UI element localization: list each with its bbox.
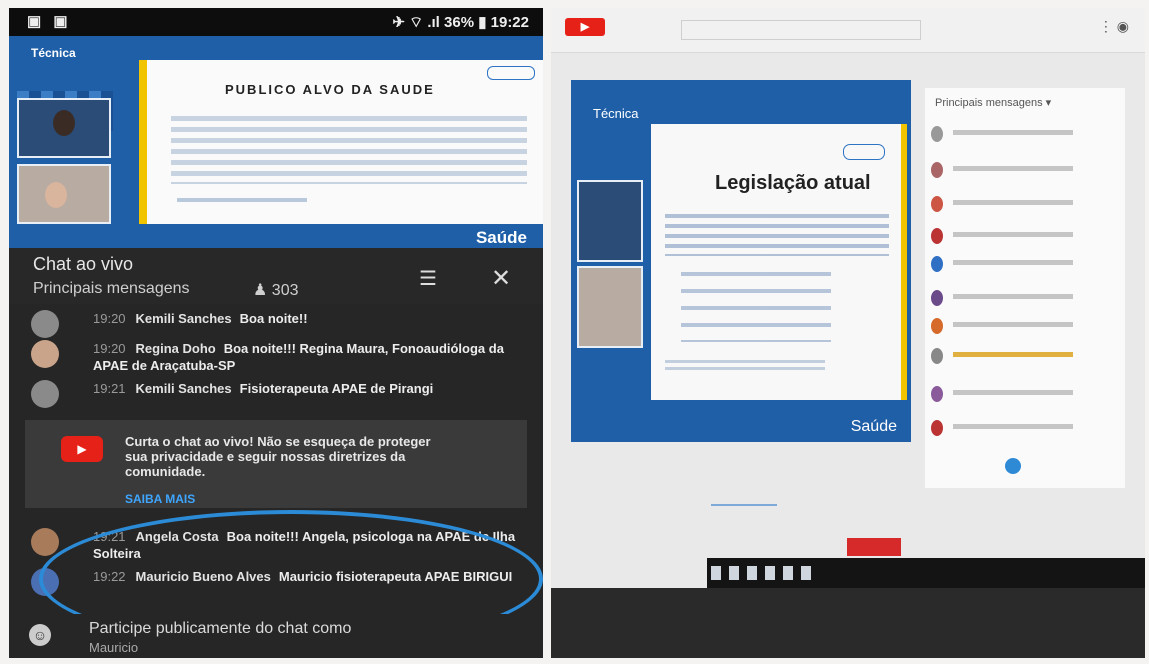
chat-message <box>931 288 1121 308</box>
avatar[interactable] <box>31 380 59 408</box>
search-input[interactable] <box>681 20 921 40</box>
webcam-interpreter <box>577 266 643 348</box>
video-brand: Técnica <box>593 106 639 121</box>
windows-taskbar <box>707 558 1145 588</box>
chat-message <box>931 194 1121 214</box>
video-player[interactable]: Técnica PUBLICO ALVO DA SAUDE Saúde <box>9 36 543 248</box>
slide-text <box>171 116 527 184</box>
avatar[interactable] <box>31 310 59 338</box>
chat-mode-select[interactable]: Principais mensagens ▾ <box>935 96 1051 109</box>
webcam-interpreter <box>17 164 111 224</box>
tab-underline <box>711 504 777 506</box>
status-left-icons: ▣ ▣ <box>27 13 72 30</box>
webcam-presenter <box>17 98 111 158</box>
composer-username: Mauricio <box>89 640 139 655</box>
presentation-slide: Legislação atual <box>651 124 907 400</box>
video-brand: Técnica <box>31 46 76 60</box>
slide-title: PUBLICO ALVO DA SAUDE <box>225 82 435 97</box>
status-bar: ▣ ▣ ✈ ⌔ .ıl 36% ▮ 19:22 <box>9 8 543 36</box>
laptop-photo: ▶ ⋮ ◉ Técnica Legislação atual Saúde Pri… <box>551 8 1145 658</box>
status-right: ✈ ⌔ .ıl 36% ▮ 19:22 <box>392 14 529 31</box>
chat-message <box>931 124 1121 144</box>
youtube-logo[interactable]: ▶ <box>565 18 605 36</box>
chat-message <box>931 254 1121 274</box>
youtube-topbar: ▶ ⋮ ◉ <box>551 8 1145 53</box>
chat-mode-select[interactable]: Principais mensagens <box>33 280 190 298</box>
slide-bullets <box>681 272 831 342</box>
slide-logo <box>487 66 535 80</box>
close-icon[interactable]: ✕ <box>491 264 511 293</box>
notice-text: Curta o chat ao vivo! Não se esqueça de … <box>125 434 431 479</box>
webcam-presenter <box>577 180 643 262</box>
chat-message <box>931 160 1121 180</box>
slide-footer <box>177 198 307 202</box>
slide-title: Legislação atual <box>715 172 871 194</box>
composer-placeholder[interactable]: Participe publicamente do chat como <box>89 620 351 638</box>
chat-message <box>931 316 1121 336</box>
raise-hand-icon[interactable] <box>1005 458 1021 474</box>
chat-composer[interactable]: ☺ Participe publicamente do chat como Ma… <box>9 614 543 658</box>
phone-screenshot: ▣ ▣ ✈ ⌔ .ıl 36% ▮ 19:22 Técnica PUBLICO … <box>9 8 543 658</box>
slide-logo <box>843 144 885 160</box>
chat-message <box>931 418 1121 438</box>
laptop-bezel <box>551 588 1145 658</box>
viewer-count: ♟ 303 <box>253 282 299 299</box>
chat-header: Chat ao vivo Principais mensagens ♟ 303 … <box>9 248 543 304</box>
video-brand-bottom: Saúde <box>475 228 527 247</box>
video-brand-bottom: Saúde <box>850 418 897 435</box>
slide-text <box>665 214 889 256</box>
presentation-slide: PUBLICO ALVO DA SAUDE <box>139 60 543 224</box>
chat-message <box>931 384 1121 404</box>
chat-message <box>931 346 1121 366</box>
laptop-video-player[interactable]: Técnica Legislação atual Saúde <box>571 80 911 442</box>
avatar[interactable] <box>31 340 59 368</box>
learn-more-link[interactable]: SAIBA MAIS <box>125 492 195 506</box>
viewers-icon: ♟ <box>253 282 272 299</box>
topbar-icons[interactable]: ⋮ ◉ <box>1099 18 1129 35</box>
emoji-icon[interactable]: ☺ <box>29 624 51 646</box>
slide-footer <box>665 360 825 374</box>
subscribe-button[interactable] <box>847 538 901 556</box>
laptop-chat-panel: Principais mensagens ▾ <box>925 88 1125 488</box>
avatar[interactable] <box>31 528 59 556</box>
filter-icon[interactable]: ☰ <box>419 266 437 291</box>
youtube-icon: ▶ <box>61 436 103 462</box>
community-notice: ▶ Curta o chat ao vivo! Não se esqueça d… <box>25 420 527 508</box>
chat-message <box>931 226 1121 246</box>
chat-title: Chat ao vivo <box>33 254 134 274</box>
